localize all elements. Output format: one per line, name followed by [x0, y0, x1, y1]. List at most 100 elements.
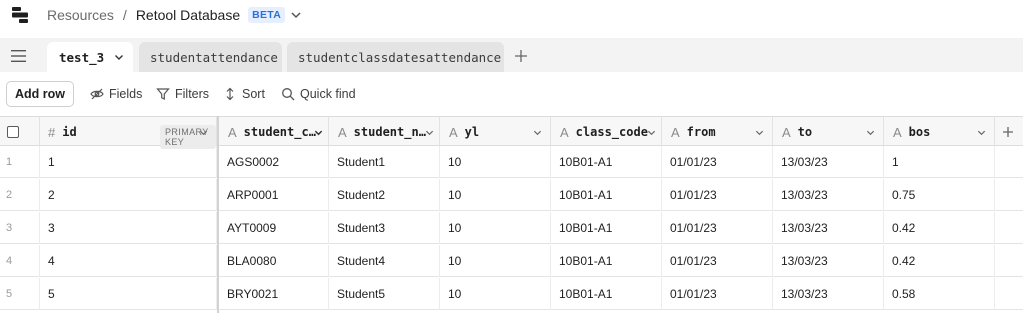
cell-bos[interactable]: 0.42: [884, 245, 995, 277]
add-table-icon[interactable]: [514, 49, 528, 63]
cell-yl[interactable]: 10: [440, 278, 551, 310]
menu-icon[interactable]: [11, 50, 26, 62]
quick-find-button[interactable]: Quick find: [281, 87, 356, 101]
filters-button[interactable]: Filters: [156, 87, 209, 101]
add-row-button[interactable]: Add row: [6, 81, 74, 107]
column-header-to[interactable]: A to: [773, 117, 884, 147]
cell-from[interactable]: 01/01/23: [662, 212, 773, 244]
chevron-down-icon[interactable]: [199, 128, 208, 137]
quick-find-label: Quick find: [300, 87, 356, 101]
text-type-icon: A: [671, 124, 680, 140]
column-header-from[interactable]: A from: [662, 117, 773, 147]
sort-button[interactable]: Sort: [223, 87, 265, 101]
tab-test-3[interactable]: test_3: [47, 42, 133, 72]
cell-bos[interactable]: 0.58: [884, 278, 995, 310]
cell-class-code[interactable]: 10B01-A1: [551, 146, 662, 178]
column-header-student-code[interactable]: A student_c…: [219, 117, 329, 147]
grid-header: # id PRIMARY KEY A student_c… A student_…: [0, 116, 1023, 149]
column-header-class-code[interactable]: A class_code: [551, 117, 662, 147]
select-all-checkbox[interactable]: [7, 126, 19, 138]
cell-to[interactable]: 13/03/23: [773, 146, 884, 178]
cell-class-code[interactable]: 10B01-A1: [551, 278, 662, 310]
cell-student-code[interactable]: AGS0002: [219, 146, 329, 178]
cell-id[interactable]: 5: [40, 278, 217, 310]
cell-student-code[interactable]: AYT0009: [219, 212, 329, 244]
column-header-yl[interactable]: A yl: [440, 117, 551, 147]
cell-yl[interactable]: 10: [440, 146, 551, 178]
cell-id[interactable]: 2: [40, 179, 217, 211]
fields-button[interactable]: Fields: [90, 87, 142, 101]
cell-student-name[interactable]: Student1: [329, 146, 440, 178]
chevron-down-icon[interactable]: [533, 128, 542, 137]
chevron-down-icon[interactable]: [977, 128, 986, 137]
text-type-icon: A: [449, 124, 458, 140]
eye-off-icon: [90, 88, 104, 100]
cell-student-code[interactable]: BRY0021: [219, 278, 329, 310]
cell-student-code[interactable]: ARP0001: [219, 179, 329, 211]
retool-logo-icon[interactable]: [11, 6, 29, 24]
chevron-down-icon[interactable]: [425, 128, 434, 137]
beta-badge: BETA: [248, 7, 286, 23]
chevron-down-icon[interactable]: [314, 128, 323, 137]
text-type-icon: A: [782, 124, 791, 140]
cell-to[interactable]: 13/03/23: [773, 212, 884, 244]
row-number: 4: [0, 245, 40, 277]
table-row[interactable]: 3 3 AYT0009 Student3 10 10B01-A1 01/01/2…: [0, 212, 1023, 244]
tab-label: studentattendance: [150, 49, 278, 65]
tab-studentattendance[interactable]: studentattendance: [139, 42, 282, 72]
column-label: student_c…: [243, 125, 316, 139]
breadcrumb-resources-link[interactable]: Resources: [47, 7, 114, 23]
frozen-column-divider[interactable]: [217, 116, 219, 313]
cell-from[interactable]: 01/01/23: [662, 146, 773, 178]
column-label: class_code: [575, 125, 648, 139]
column-label: id: [62, 125, 77, 139]
table-row[interactable]: 4 4 BLA0080 Student4 10 10B01-A1 01/01/2…: [0, 245, 1023, 277]
filters-label: Filters: [175, 87, 210, 101]
cell-from[interactable]: 01/01/23: [662, 278, 773, 310]
cell-id[interactable]: 1: [40, 146, 217, 178]
chevron-down-icon[interactable]: [114, 52, 124, 62]
cell-to[interactable]: 13/03/23: [773, 179, 884, 211]
column-header-id[interactable]: # id PRIMARY KEY: [40, 117, 217, 149]
cell-id[interactable]: 4: [40, 245, 217, 277]
cell-student-name[interactable]: Student3: [329, 212, 440, 244]
table-row[interactable]: 1 1 AGS0002 Student1 10 10B01-A1 01/01/2…: [0, 146, 1023, 178]
cell-to[interactable]: 13/03/23: [773, 278, 884, 310]
cell-student-name[interactable]: Student5: [329, 278, 440, 310]
chevron-down-icon[interactable]: [647, 128, 656, 137]
cell-bos[interactable]: 1: [884, 146, 995, 178]
cell-yl[interactable]: 10: [440, 212, 551, 244]
cell-student-name[interactable]: Student4: [329, 245, 440, 277]
cell-student-name[interactable]: Student2: [329, 179, 440, 211]
column-label: bos: [908, 125, 931, 139]
cell-to[interactable]: 13/03/23: [773, 245, 884, 277]
cell-yl[interactable]: 10: [440, 179, 551, 211]
cell-class-code[interactable]: 10B01-A1: [551, 179, 662, 211]
table-row[interactable]: 2 2 ARP0001 Student2 10 10B01-A1 01/01/2…: [0, 179, 1023, 211]
tab-studentclassdatesattendance[interactable]: studentclassdatesattendance: [287, 42, 504, 72]
text-type-icon: A: [893, 124, 902, 140]
column-label: from: [686, 125, 716, 139]
fields-label: Fields: [109, 87, 143, 101]
column-header-bos[interactable]: A bos: [884, 117, 995, 147]
row-number: 5: [0, 278, 40, 310]
cell-class-code[interactable]: 10B01-A1: [551, 212, 662, 244]
cell-yl[interactable]: 10: [440, 245, 551, 277]
cell-from[interactable]: 01/01/23: [662, 245, 773, 277]
chevron-down-icon[interactable]: [866, 128, 875, 137]
column-header-student-name[interactable]: A student_n…: [329, 117, 440, 147]
cell-class-code[interactable]: 10B01-A1: [551, 245, 662, 277]
select-all-cell: [0, 117, 40, 147]
chevron-down-icon[interactable]: [755, 128, 764, 137]
cell-from[interactable]: 01/01/23: [662, 179, 773, 211]
cell-bos[interactable]: 0.42: [884, 212, 995, 244]
table-row[interactable]: 5 5 BRY0021 Student5 10 10B01-A1 01/01/2…: [0, 278, 1023, 310]
chevron-down-icon[interactable]: [290, 9, 302, 21]
cell-bos[interactable]: 0.75: [884, 179, 995, 211]
text-type-icon: A: [228, 124, 237, 140]
breadcrumb: Resources / Retool Database BETA: [47, 7, 302, 23]
cell-id[interactable]: 3: [40, 212, 217, 244]
add-column-icon[interactable]: [1002, 126, 1014, 138]
row-number: 3: [0, 212, 40, 244]
cell-student-code[interactable]: BLA0080: [219, 245, 329, 277]
